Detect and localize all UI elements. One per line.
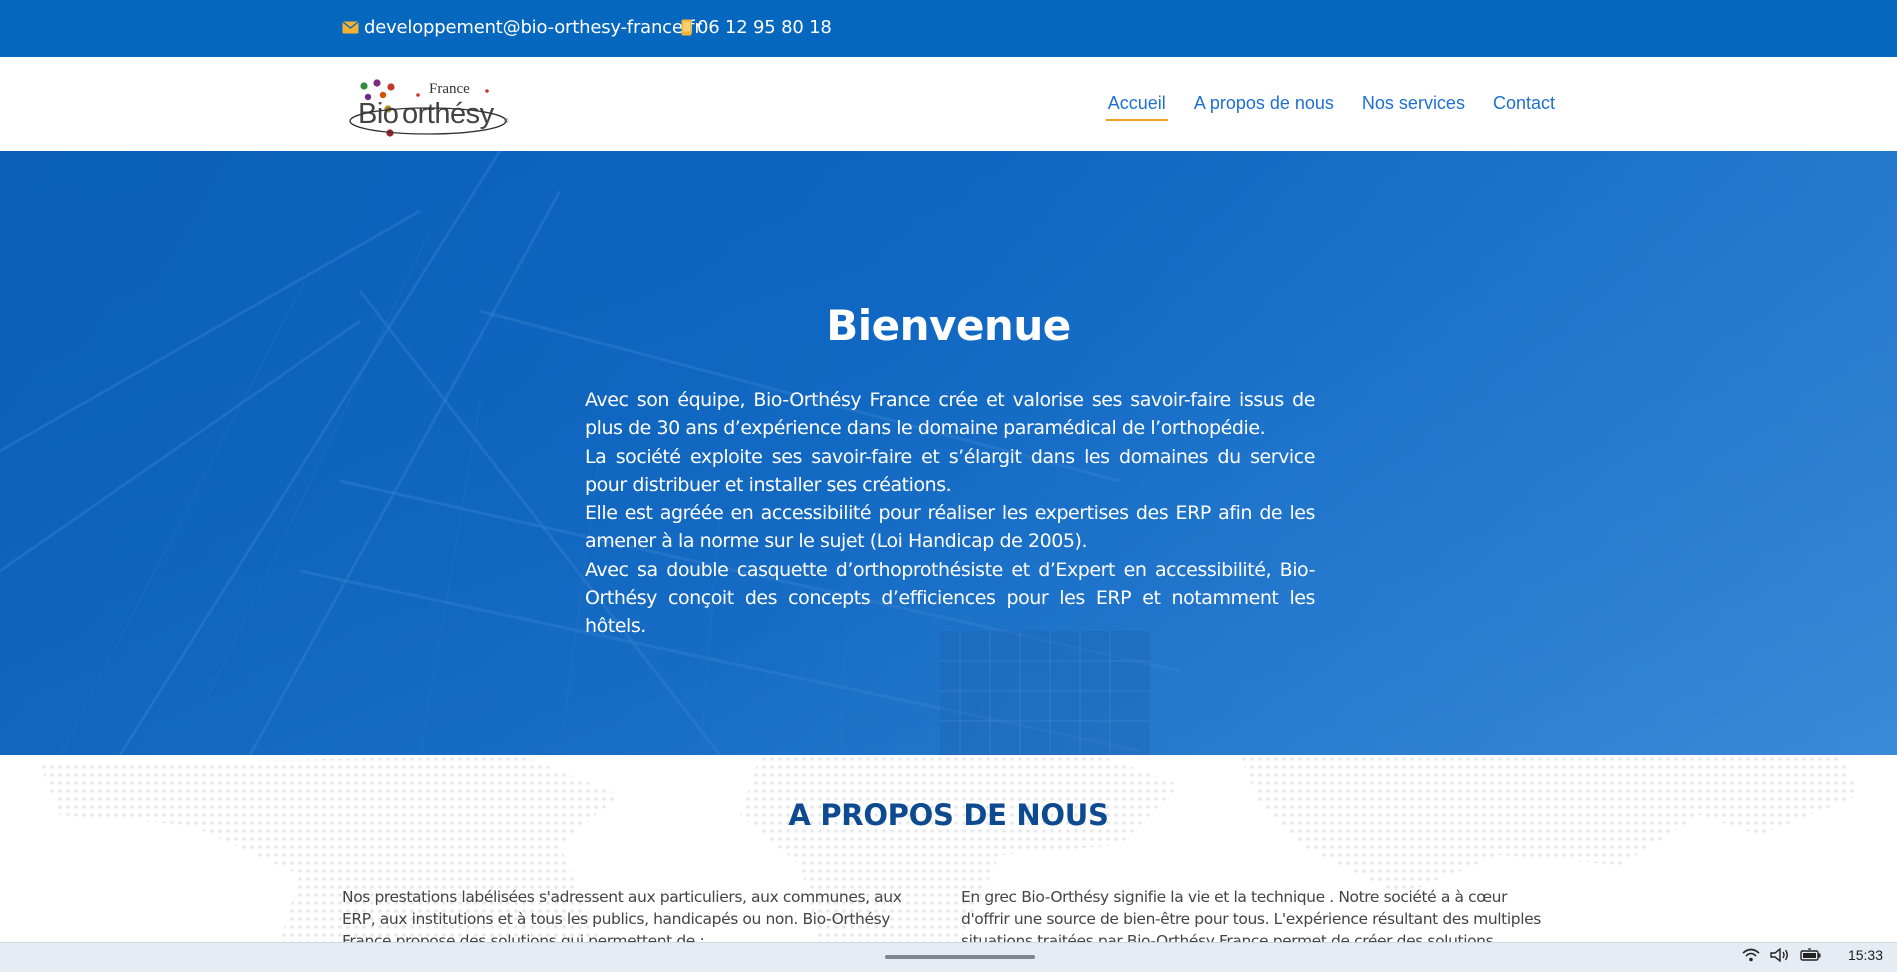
hero-paragraph: La société exploite ses savoir-faire et … [585, 445, 1315, 496]
hero-paragraph: Avec sa double casquette d’orthoprothési… [585, 558, 1315, 638]
svg-text:orthésy: orthésy [402, 98, 495, 130]
gesture-handle[interactable] [885, 955, 1035, 959]
system-tray: 15:33 [1742, 947, 1883, 963]
volume-icon[interactable] [1770, 948, 1790, 962]
site-header: France Bio orthésy ® Accueil A propos de… [0, 57, 1897, 151]
nav-services[interactable]: Nos services [1362, 93, 1465, 121]
envelope-icon [342, 21, 359, 34]
about-section: A PROPOS DE NOUS Nos prestations labélis… [0, 755, 1897, 942]
battery-icon[interactable] [1800, 948, 1822, 962]
hero-section: Bienvenue Avec son équipe, Bio-Orthésy F… [0, 151, 1897, 755]
clock[interactable]: 15:33 [1848, 947, 1883, 963]
top-contact-bar: developpement@bio-orthesy-france.fr 06 1… [0, 0, 1897, 57]
about-text-right: En grec Bio-Orthésy signifie la vie et l… [961, 888, 1541, 942]
nav-contact[interactable]: Contact [1493, 93, 1555, 121]
brand-logo[interactable]: France Bio orthésy ® [344, 75, 514, 143]
phone-text[interactable]: 06 12 95 80 18 [697, 17, 832, 38]
hero-title: Bienvenue [826, 301, 1071, 350]
world-map-background [40, 755, 1860, 942]
email-text[interactable]: developpement@bio-orthesy-france.fr [364, 17, 702, 38]
system-taskbar: 15:33 [0, 942, 1897, 972]
email-contact[interactable]: developpement@bio-orthesy-france.fr [342, 17, 702, 38]
hero-paragraph: Avec son équipe, Bio-Orthésy France crée… [585, 389, 1315, 440]
nav-accueil[interactable]: Accueil [1105, 93, 1168, 121]
nav-a-propos[interactable]: A propos de nous [1194, 93, 1334, 121]
svg-text:®: ® [504, 118, 509, 125]
mobile-phone-icon [681, 19, 692, 36]
about-heading: A PROPOS DE NOUS [788, 798, 1109, 832]
hero-intro: Avec son équipe, Bio-Orthésy France crée… [585, 386, 1315, 641]
hero-paragraph: Elle est agréée en accessibilité pour ré… [585, 502, 1315, 553]
wifi-icon[interactable] [1742, 948, 1760, 962]
about-text-left: Nos prestations labélisées s'adressent a… [342, 888, 902, 942]
phone-contact[interactable]: 06 12 95 80 18 [681, 17, 832, 38]
svg-text:France: France [429, 81, 470, 97]
main-nav: Accueil A propos de nous Nos services Co… [1105, 93, 1555, 121]
